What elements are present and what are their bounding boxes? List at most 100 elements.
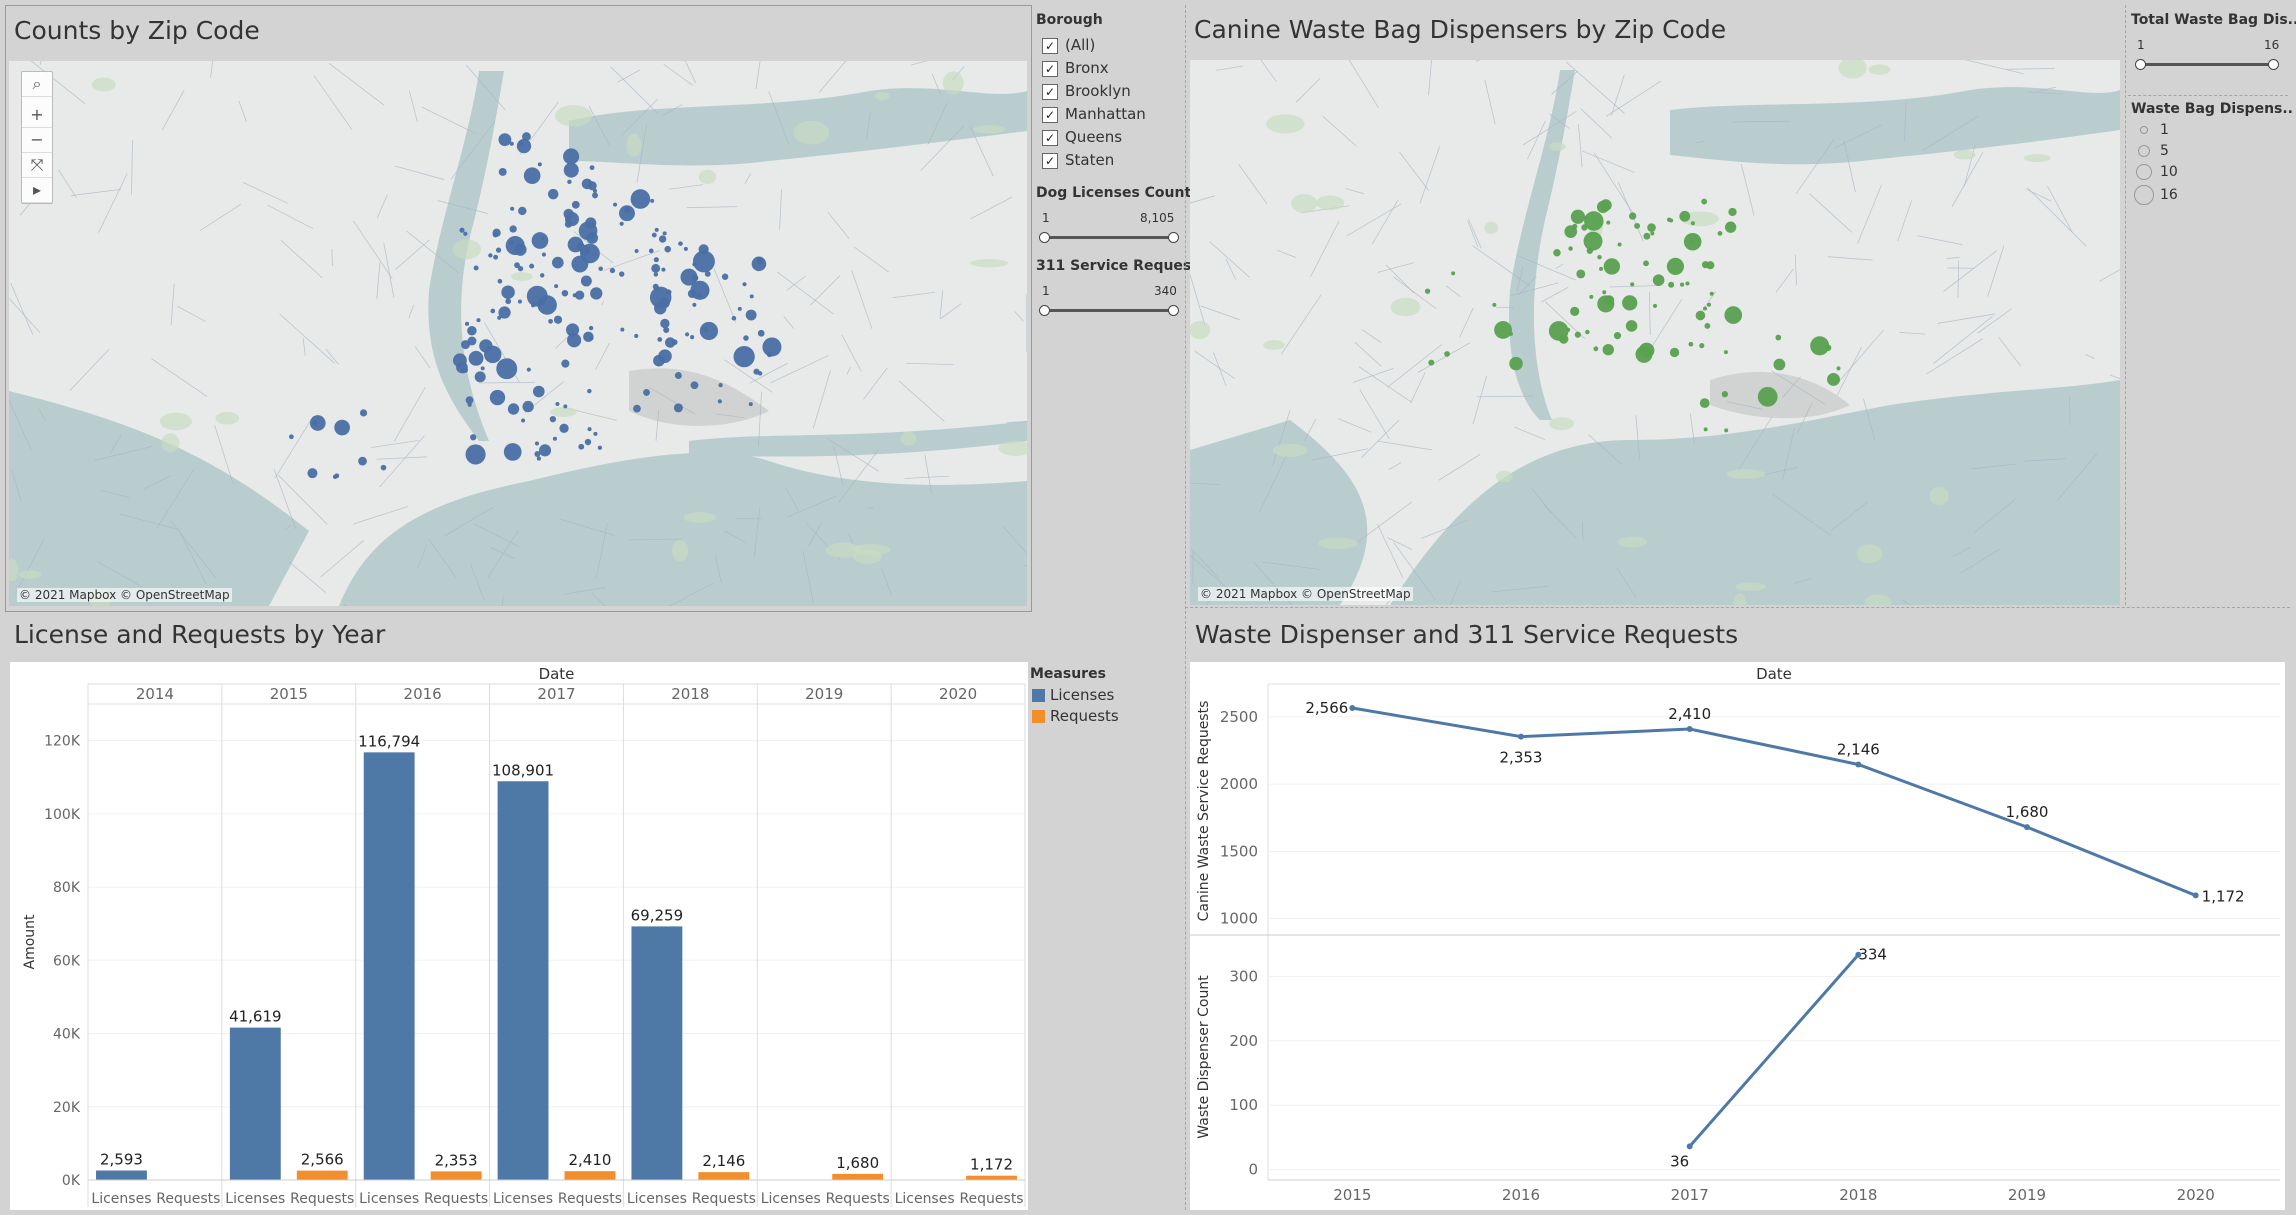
license-bubble bbox=[509, 225, 517, 233]
park-area bbox=[215, 411, 240, 425]
legend-item[interactable]: Licenses bbox=[1032, 686, 1114, 704]
license-bubble bbox=[654, 227, 659, 232]
borough-option-label: Brooklyn bbox=[1065, 82, 1131, 100]
legend-label: Requests bbox=[1050, 707, 1119, 725]
borough-option[interactable]: ✓ Bronx bbox=[1042, 57, 1109, 79]
license-bubble bbox=[742, 282, 747, 287]
license-bubble bbox=[663, 326, 670, 333]
zoom-in-icon[interactable]: + bbox=[22, 103, 52, 128]
license-bubble bbox=[452, 353, 467, 368]
y-tick-label: 2000 bbox=[1220, 775, 1258, 793]
service-requests-slider[interactable] bbox=[1043, 309, 1173, 312]
total-waste-slider[interactable] bbox=[2139, 63, 2274, 66]
license-bubble bbox=[473, 265, 479, 271]
license-bubble bbox=[718, 383, 723, 388]
counts-map-panel: Counts by Zip Code ⌕ + − ⤧ ▸ © 2021 Mapbox ©… bbox=[5, 5, 1032, 612]
sub-category-label: Licenses bbox=[225, 1191, 285, 1207]
park-area bbox=[1291, 193, 1318, 213]
dispenser-bubble bbox=[1717, 230, 1723, 236]
expand-icon[interactable]: ▸ bbox=[22, 178, 52, 203]
license-bubble bbox=[567, 333, 582, 348]
y-axis-label: Waste Dispenser Count bbox=[1196, 975, 1212, 1139]
license-bubble bbox=[653, 257, 659, 263]
license-bubble bbox=[651, 232, 657, 238]
dispenser-bubble bbox=[1650, 231, 1655, 236]
license-bubble bbox=[551, 256, 564, 269]
dog-licenses-max-handle[interactable] bbox=[1168, 232, 1179, 243]
license-bubble bbox=[514, 243, 527, 256]
total-waste-min-handle[interactable] bbox=[2135, 59, 2146, 70]
park-area bbox=[1190, 320, 1211, 340]
license-bubble bbox=[664, 245, 672, 253]
y-tick-label: 200 bbox=[1229, 1032, 1258, 1050]
license-bubble bbox=[359, 409, 368, 417]
dispenser-bubble bbox=[1558, 334, 1569, 344]
checkbox[interactable]: ✓ bbox=[1042, 37, 1058, 54]
checkbox[interactable]: ✓ bbox=[1042, 83, 1058, 100]
year-header: 2015 bbox=[270, 685, 308, 703]
license-bubble bbox=[497, 315, 502, 320]
license-bubble bbox=[516, 138, 532, 154]
total-waste-max-handle[interactable] bbox=[2268, 59, 2279, 70]
clear-selection-icon[interactable]: ⤧ bbox=[22, 153, 52, 178]
dispenser-bubble bbox=[1630, 282, 1635, 287]
license-bubble bbox=[541, 252, 547, 257]
license-bubble bbox=[745, 309, 757, 321]
checkbox[interactable]: ✓ bbox=[1042, 129, 1058, 146]
y-axis-label: Amount bbox=[22, 914, 38, 970]
park-area bbox=[698, 169, 717, 184]
dispenser-bubble bbox=[1622, 295, 1638, 311]
borough-option[interactable]: ✓ Queens bbox=[1042, 126, 1122, 148]
license-bubble bbox=[518, 141, 524, 147]
zoom-out-icon[interactable]: − bbox=[22, 128, 52, 153]
park-area bbox=[1390, 297, 1421, 317]
sub-category-label: Requests bbox=[290, 1191, 354, 1207]
borough-option[interactable]: ✓ Manhattan bbox=[1042, 103, 1146, 125]
license-bubble bbox=[619, 205, 635, 222]
checkbox[interactable]: ✓ bbox=[1042, 152, 1058, 169]
license-bubble bbox=[532, 385, 545, 398]
counts-map[interactable]: ⌕ + − ⤧ ▸ © 2021 Mapbox © OpenStreetMap bbox=[9, 61, 1027, 606]
license-bubble bbox=[650, 198, 655, 203]
license-bubble bbox=[547, 188, 559, 200]
park-area bbox=[555, 105, 593, 127]
license-bubble bbox=[509, 141, 514, 146]
bar-value-label: 2,593 bbox=[100, 1151, 143, 1169]
dispenser-bubble bbox=[1773, 358, 1786, 371]
search-icon[interactable]: ⌕ bbox=[22, 72, 52, 97]
dog-licenses-min-handle[interactable] bbox=[1039, 232, 1050, 243]
dispenser-bubble bbox=[1668, 281, 1675, 288]
license-bubble bbox=[552, 436, 558, 441]
dispenser-bubble bbox=[1494, 321, 1512, 339]
sub-category-label: Licenses bbox=[761, 1191, 821, 1207]
license-bubble bbox=[503, 443, 522, 461]
license-bubble bbox=[465, 444, 486, 465]
bar-value-label: 2,410 bbox=[568, 1151, 611, 1169]
service-requests-max-handle[interactable] bbox=[1168, 305, 1179, 316]
map-attribution: © 2021 Mapbox © OpenStreetMap bbox=[1198, 587, 1413, 601]
park-area bbox=[1272, 443, 1308, 457]
series-line bbox=[1688, 953, 1860, 1148]
dispenser-bubble bbox=[1689, 239, 1694, 244]
borough-option[interactable]: ✓ (All) bbox=[1042, 34, 1095, 56]
borough-option[interactable]: ✓ Brooklyn bbox=[1042, 80, 1131, 102]
dog-licenses-slider[interactable] bbox=[1043, 236, 1173, 239]
borough-option[interactable]: ✓ Staten bbox=[1042, 149, 1114, 171]
dispenser-bubble bbox=[1699, 343, 1705, 349]
dispenser-map[interactable]: © 2021 Mapbox © OpenStreetMap bbox=[1190, 60, 2120, 605]
dispenser-bubble bbox=[1685, 281, 1690, 286]
legend-swatch bbox=[1032, 710, 1045, 723]
waste-chart-title: Waste Dispenser and 311 Service Requests bbox=[1195, 620, 1739, 649]
checkbox[interactable]: ✓ bbox=[1042, 106, 1058, 123]
license-bubble bbox=[549, 415, 557, 423]
license-bubble bbox=[572, 293, 577, 298]
total-waste-filter-title: Total Waste Bag Dis.. bbox=[2131, 12, 2296, 28]
license-bubble bbox=[751, 256, 767, 272]
size-legend-label: 1 bbox=[2160, 122, 2169, 138]
license-bubble bbox=[468, 350, 484, 366]
data-point bbox=[1686, 1143, 1693, 1150]
checkbox[interactable]: ✓ bbox=[1042, 60, 1058, 77]
legend-item[interactable]: Requests bbox=[1032, 707, 1119, 725]
license-bubble bbox=[702, 326, 709, 333]
service-requests-min-handle[interactable] bbox=[1039, 305, 1050, 316]
